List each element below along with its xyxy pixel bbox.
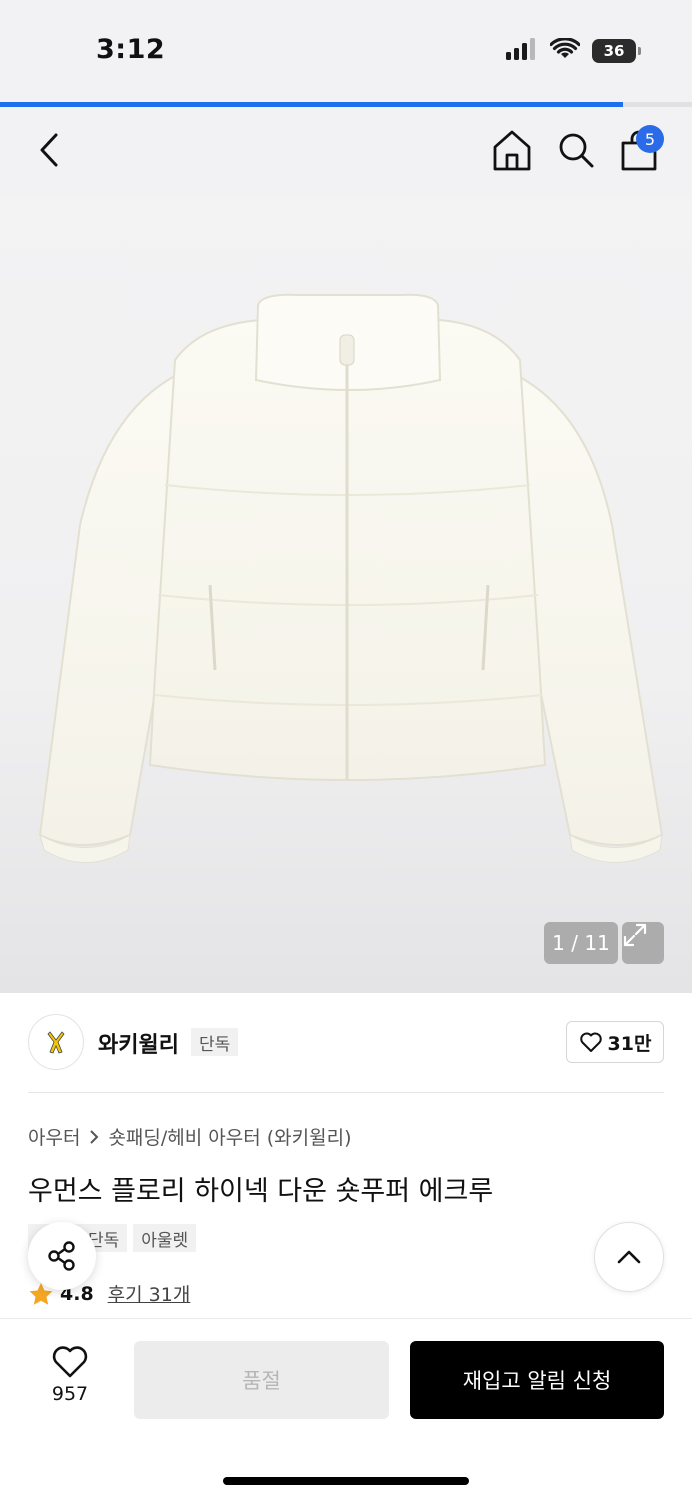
wifi-icon xyxy=(549,37,581,64)
signal-icon xyxy=(506,38,538,64)
restock-alert-button[interactable]: 재입고 알림 신청 xyxy=(410,1341,664,1419)
chevron-right-icon xyxy=(90,1129,99,1144)
heart-icon xyxy=(52,1346,88,1378)
breadcrumb: 아우터 숏패딩/헤비 아우터 (와키윌리) xyxy=(28,1123,352,1150)
search-icon xyxy=(559,133,594,168)
breadcrumb-item[interactable]: 아우터 xyxy=(28,1123,80,1150)
scroll-top-button[interactable] xyxy=(594,1222,664,1292)
status-bar: 3:12 36 xyxy=(0,0,692,104)
brand-exclusive-badge: 단독 xyxy=(191,1028,239,1056)
search-button[interactable] xyxy=(554,127,598,173)
status-time: 3:12 xyxy=(96,34,166,65)
review-link[interactable]: 후기 31개 xyxy=(108,1280,191,1307)
brand-logo-icon xyxy=(47,1031,65,1054)
product-title: 우먼스 플로리 하이넥 다운 숏푸퍼 에크루 xyxy=(28,1176,494,1207)
home-indicator xyxy=(223,1477,469,1485)
back-icon xyxy=(40,133,58,167)
heart-icon xyxy=(579,1032,602,1052)
status-icons: 36 xyxy=(506,37,641,64)
battery-icon: 36 xyxy=(592,39,641,63)
home-button[interactable] xyxy=(490,127,534,173)
expand-icon xyxy=(623,923,647,947)
brand-logo[interactable] xyxy=(28,1014,84,1070)
image-counter: 1 / 11 xyxy=(544,922,618,964)
wishlist-button[interactable]: 957 xyxy=(34,1345,106,1405)
soldout-button[interactable]: 품절 xyxy=(134,1341,389,1419)
product-image-gallery[interactable]: 1 / 11 xyxy=(0,195,692,993)
share-button[interactable] xyxy=(28,1222,96,1290)
product-image xyxy=(38,293,664,863)
expand-image-button[interactable] xyxy=(622,922,664,964)
brand-name[interactable]: 와키윌리 xyxy=(98,1027,179,1059)
cart-count-badge: 5 xyxy=(636,125,664,153)
wishlist-count: 957 xyxy=(51,1383,89,1405)
home-icon xyxy=(493,130,531,171)
battery-level: 36 xyxy=(603,42,625,60)
chevron-up-icon xyxy=(617,1250,641,1264)
brand-like-button[interactable]: 31만 xyxy=(566,1021,664,1063)
brand-like-count: 31만 xyxy=(607,1032,652,1055)
tag-outlet: 아울렛 xyxy=(133,1224,197,1252)
breadcrumb-item[interactable]: 숏패딩/헤비 아우터 (와키윌리) xyxy=(108,1123,351,1150)
divider xyxy=(28,1092,664,1093)
share-icon xyxy=(48,1241,75,1271)
back-button[interactable] xyxy=(30,127,70,173)
